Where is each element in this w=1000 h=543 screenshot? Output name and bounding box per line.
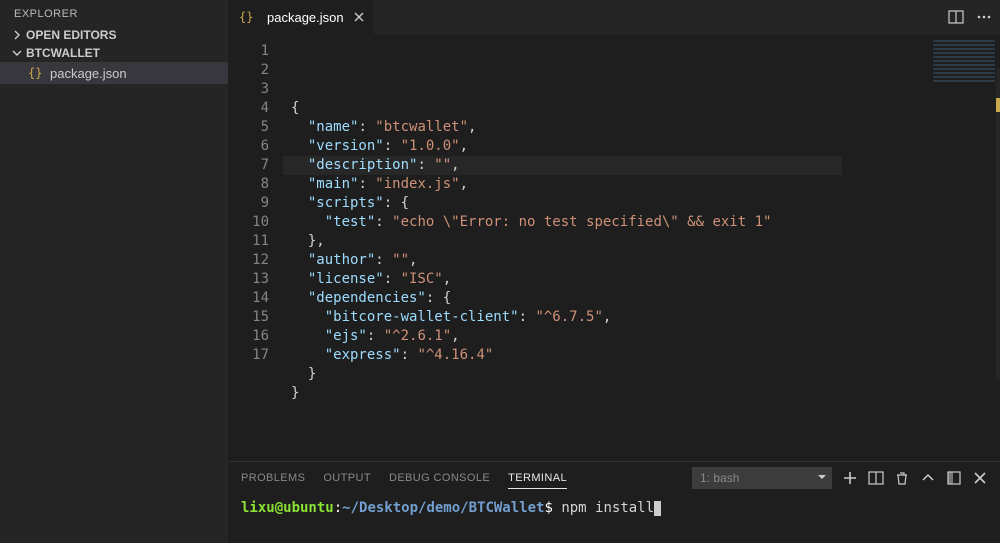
project-header[interactable]: BTCWALLET: [0, 44, 228, 62]
editor-area: {} package.json 123456789101112131415161…: [229, 0, 1000, 543]
svg-text:{}: {}: [239, 10, 253, 24]
code-line[interactable]: }: [291, 365, 928, 384]
tab-label: package.json: [267, 10, 344, 25]
open-editors-label: OPEN EDITORS: [26, 28, 116, 42]
panel-tab-problems[interactable]: PROBLEMS: [241, 468, 305, 488]
split-editor-icon[interactable]: [948, 9, 964, 25]
tab-package-json[interactable]: {} package.json: [229, 0, 375, 34]
bottom-panel: PROBLEMS OUTPUT DEBUG CONSOLE TERMINAL 1…: [229, 461, 1000, 543]
close-icon[interactable]: [352, 10, 366, 24]
code-line[interactable]: }: [291, 384, 928, 403]
code-line[interactable]: "dependencies": {: [291, 289, 928, 308]
terminal-body[interactable]: lixu@ubuntu:~/Desktop/demo/BTCWallet$ np…: [229, 494, 1000, 543]
explorer-sidebar: EXPLORER OPEN EDITORS BTCWALLET {} packa…: [0, 0, 229, 543]
code-line[interactable]: "license": "ISC",: [291, 270, 928, 289]
prompt-dollar: $: [544, 500, 561, 516]
project-label: BTCWALLET: [26, 46, 100, 60]
line-number-gutter: 1234567891011121314151617: [229, 34, 283, 461]
chevron-down-icon: [12, 48, 22, 58]
chevron-up-icon[interactable]: [920, 470, 936, 486]
file-name: package.json: [50, 66, 127, 81]
editor-actions: [940, 0, 1000, 34]
terminal-command: npm install: [561, 500, 654, 516]
split-terminal-icon[interactable]: [868, 470, 884, 486]
minimap-content: [933, 40, 995, 82]
terminal-select-label: 1: bash: [700, 471, 739, 485]
minimap[interactable]: [928, 34, 1000, 461]
panel-tabs: PROBLEMS OUTPUT DEBUG CONSOLE TERMINAL 1…: [229, 462, 1000, 494]
code-line[interactable]: },: [291, 232, 928, 251]
new-terminal-icon[interactable]: [842, 470, 858, 486]
editor[interactable]: 1234567891011121314151617 { "name": "btc…: [229, 34, 1000, 461]
json-file-icon: {}: [28, 65, 44, 81]
overview-ruler-marker: [996, 98, 1000, 112]
code-line[interactable]: [291, 403, 928, 422]
more-icon[interactable]: [976, 9, 992, 25]
panel-tab-terminal[interactable]: TERMINAL: [508, 468, 567, 489]
code-line[interactable]: "scripts": {: [291, 194, 928, 213]
prompt-path: ~/Desktop/demo/BTCWallet: [342, 500, 544, 516]
code-line[interactable]: "version": "1.0.0",: [291, 137, 928, 156]
chevron-right-icon: [12, 30, 22, 40]
panel-tab-debug-console[interactable]: DEBUG CONSOLE: [389, 468, 490, 488]
code-line[interactable]: "name": "btcwallet",: [291, 118, 928, 137]
current-line-highlight: [283, 156, 842, 175]
code-view[interactable]: { "name": "btcwallet", "version": "1.0.0…: [283, 34, 928, 461]
overview-ruler: [996, 68, 1000, 379]
kill-terminal-icon[interactable]: [894, 470, 910, 486]
svg-text:{}: {}: [28, 66, 42, 80]
json-file-icon: {}: [239, 9, 255, 25]
open-editors-header[interactable]: OPEN EDITORS: [0, 26, 228, 44]
code-line[interactable]: "main": "index.js",: [291, 175, 928, 194]
code-line[interactable]: "author": "",: [291, 251, 928, 270]
explorer-title: EXPLORER: [0, 0, 228, 26]
code-line[interactable]: "express": "^4.16.4": [291, 346, 928, 365]
tabbar: {} package.json: [229, 0, 1000, 34]
code-line[interactable]: "ejs": "^2.6.1",: [291, 327, 928, 346]
close-panel-icon[interactable]: [972, 470, 988, 486]
code-line[interactable]: "test": "echo \"Error: no test specified…: [291, 213, 928, 232]
terminal-cursor: [654, 501, 661, 516]
file-item-package-json[interactable]: {} package.json: [0, 62, 228, 84]
panel-actions: 1: bash: [692, 467, 988, 489]
code-line[interactable]: "bitcore-wallet-client": "^6.7.5",: [291, 308, 928, 327]
explorer-tree: OPEN EDITORS BTCWALLET {} package.json: [0, 26, 228, 84]
prompt-user: lixu@ubuntu: [241, 500, 334, 516]
panel-tab-output[interactable]: OUTPUT: [323, 468, 371, 488]
maximize-panel-icon[interactable]: [946, 470, 962, 486]
prompt-colon: :: [334, 500, 342, 516]
code-line[interactable]: {: [291, 99, 928, 118]
terminal-select[interactable]: 1: bash: [692, 467, 832, 489]
